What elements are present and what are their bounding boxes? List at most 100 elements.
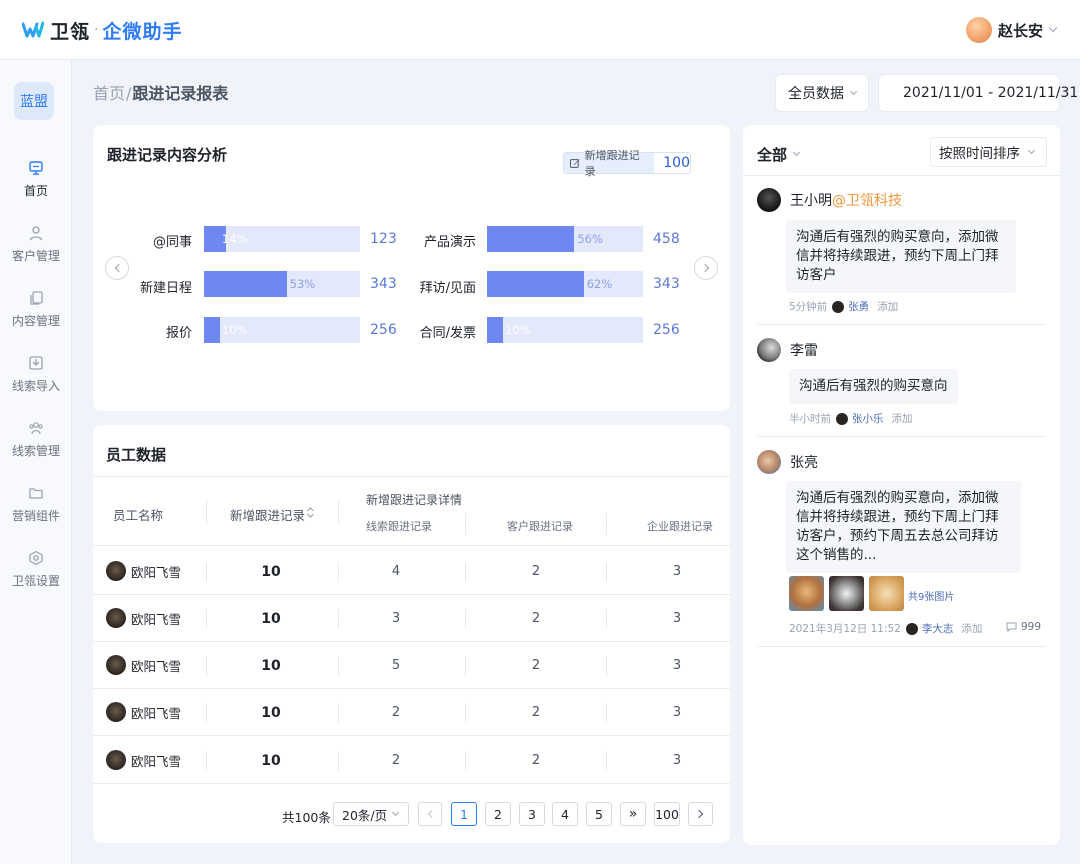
user-icon (29, 226, 43, 241)
prev-page-button[interactable] (418, 802, 442, 826)
bar-track: 56% (487, 226, 643, 252)
sidebar-item-lead-import[interactable]: 线索导入 (0, 355, 72, 409)
feed-item-by[interactable]: 张勇 (848, 299, 869, 314)
husky-image-thumbnail[interactable] (829, 576, 864, 611)
employee-name: 欧阳飞雪 (131, 658, 182, 674)
sidebar-item-marketing[interactable]: 营销组件 (0, 485, 72, 539)
bar-percent: 10% (222, 323, 248, 337)
divider (338, 751, 339, 771)
avatar (106, 608, 126, 628)
sidebar-item-customers[interactable]: 客户管理 (0, 225, 72, 279)
bar-fill (487, 271, 584, 297)
next-button[interactable] (694, 256, 718, 280)
scope-select[interactable]: 全员数据 (775, 74, 869, 112)
workspace-badge[interactable]: 蓝盟 (14, 82, 54, 120)
new-records-cell: 10 (261, 611, 281, 627)
divider (606, 703, 607, 723)
chevron-right-icon (700, 263, 709, 273)
sidebar-item-lead-management[interactable]: 线索管理 (0, 420, 72, 474)
feed-item-by[interactable]: 张小乐 (852, 411, 884, 426)
customer-records-cell: 2 (531, 705, 541, 720)
sort-icon[interactable] (306, 506, 315, 519)
customer-records-cell: 2 (531, 564, 541, 579)
avatar (757, 450, 781, 474)
next-page-button[interactable] (688, 802, 713, 826)
column-header-company: 企业跟进记录 (647, 520, 713, 533)
table-row[interactable]: 欧阳飞雪 10 3 2 3 (93, 595, 730, 642)
employees-title: 员工数据 (106, 446, 167, 464)
new-records-cell: 10 (261, 705, 281, 721)
mention-link[interactable]: @卫瓴科技 (832, 190, 902, 210)
bar-value: 343 (653, 276, 680, 292)
sidebar-item-content[interactable]: 内容管理 (0, 290, 72, 344)
comment-count[interactable]: 999 (1006, 621, 1041, 633)
lead-records-cell: 3 (391, 611, 401, 626)
page-title: 跟进记录报表 (132, 84, 229, 103)
bar-track: 62% (487, 271, 643, 297)
chevron-down-icon (849, 87, 858, 96)
edit-icon (570, 158, 580, 168)
table-row[interactable]: 欧阳飞雪 10 4 2 3 (93, 548, 730, 595)
page-size-select[interactable]: 20条/页 (333, 802, 409, 826)
company-records-cell: 3 (672, 753, 682, 768)
users-group-icon (29, 422, 43, 435)
bar-fill (204, 317, 220, 343)
logo[interactable]: 卫瓴 · 企微助手 (22, 16, 182, 44)
chevron-left-icon (427, 809, 436, 819)
feed-item-meta: 2021年3月12日 11:52 李大志 添加 (789, 621, 982, 636)
page-button-2[interactable]: 2 (485, 802, 511, 826)
column-header-customer: 客户跟进记录 (507, 520, 573, 533)
analysis-title: 跟进记录内容分析 (107, 146, 228, 164)
divider (757, 324, 1046, 325)
table-row[interactable]: 欧阳飞雪 10 5 2 3 (93, 642, 730, 689)
new-records-tag: 新增跟进记录 (564, 149, 655, 178)
user-menu[interactable]: 赵长安 (965, 17, 1058, 43)
feed-item-by[interactable]: 李大志 (922, 621, 954, 636)
more-pages-button[interactable]: » (620, 802, 646, 826)
copy-icon (30, 291, 43, 305)
bar-value: 458 (653, 231, 680, 247)
company-records-cell: 3 (672, 611, 682, 626)
table-row[interactable]: 欧阳飞雪 10 2 2 3 (93, 689, 730, 736)
divider (465, 609, 466, 629)
breadcrumb-home[interactable]: 首页 (93, 84, 125, 103)
last-page-button[interactable]: 100 (654, 802, 680, 826)
divider (465, 703, 466, 723)
more-images-link[interactable]: 共9张图片 (908, 588, 954, 603)
page-button-5[interactable]: 5 (586, 802, 612, 826)
dog-image-thumbnail[interactable] (789, 576, 824, 611)
column-header-lead: 线索跟进记录 (366, 520, 432, 533)
user-name: 赵长安 (997, 21, 1043, 40)
sidebar-item-home[interactable]: 首页 (0, 160, 72, 214)
divider (465, 751, 466, 771)
divider (757, 436, 1046, 437)
avatar (757, 338, 781, 362)
avatar (106, 561, 126, 581)
feed-item-author: 张亮 (757, 450, 818, 474)
divider (465, 562, 466, 582)
author-name: 张亮 (790, 455, 818, 471)
date-range-picker[interactable]: 2021/11/01 - 2021/11/31 (878, 74, 1078, 112)
page-button-4[interactable]: 4 (552, 802, 578, 826)
bar-label: 合同/发票 (419, 326, 476, 341)
product-name: 企微助手 (102, 20, 183, 43)
divider (338, 703, 339, 723)
page-button-3[interactable]: 3 (519, 802, 545, 826)
brand-name: 卫瓴 (50, 20, 91, 43)
breadcrumb-separator: / (126, 84, 132, 103)
shiba-image-thumbnail[interactable] (869, 576, 904, 611)
page-button-1[interactable]: 1 (451, 802, 477, 826)
bar-percent: 10% (505, 323, 531, 337)
divider (93, 545, 730, 546)
feed-filter-select[interactable]: 全部 (757, 144, 801, 165)
bar-fill (487, 226, 575, 252)
table-row[interactable]: 欧阳飞雪 10 2 2 3 (93, 737, 730, 784)
avatar (106, 750, 126, 770)
page-size-value: 20条/页 (342, 807, 388, 823)
column-header-new-records[interactable]: 新增跟进记录 (230, 505, 305, 524)
bar-track: 10% (487, 317, 643, 343)
sidebar-item-settings[interactable]: 卫瓴设置 (0, 550, 72, 604)
avatar (965, 17, 992, 43)
sort-select[interactable]: 按照时间排序 (930, 137, 1047, 167)
bar-value: 256 (653, 322, 680, 338)
